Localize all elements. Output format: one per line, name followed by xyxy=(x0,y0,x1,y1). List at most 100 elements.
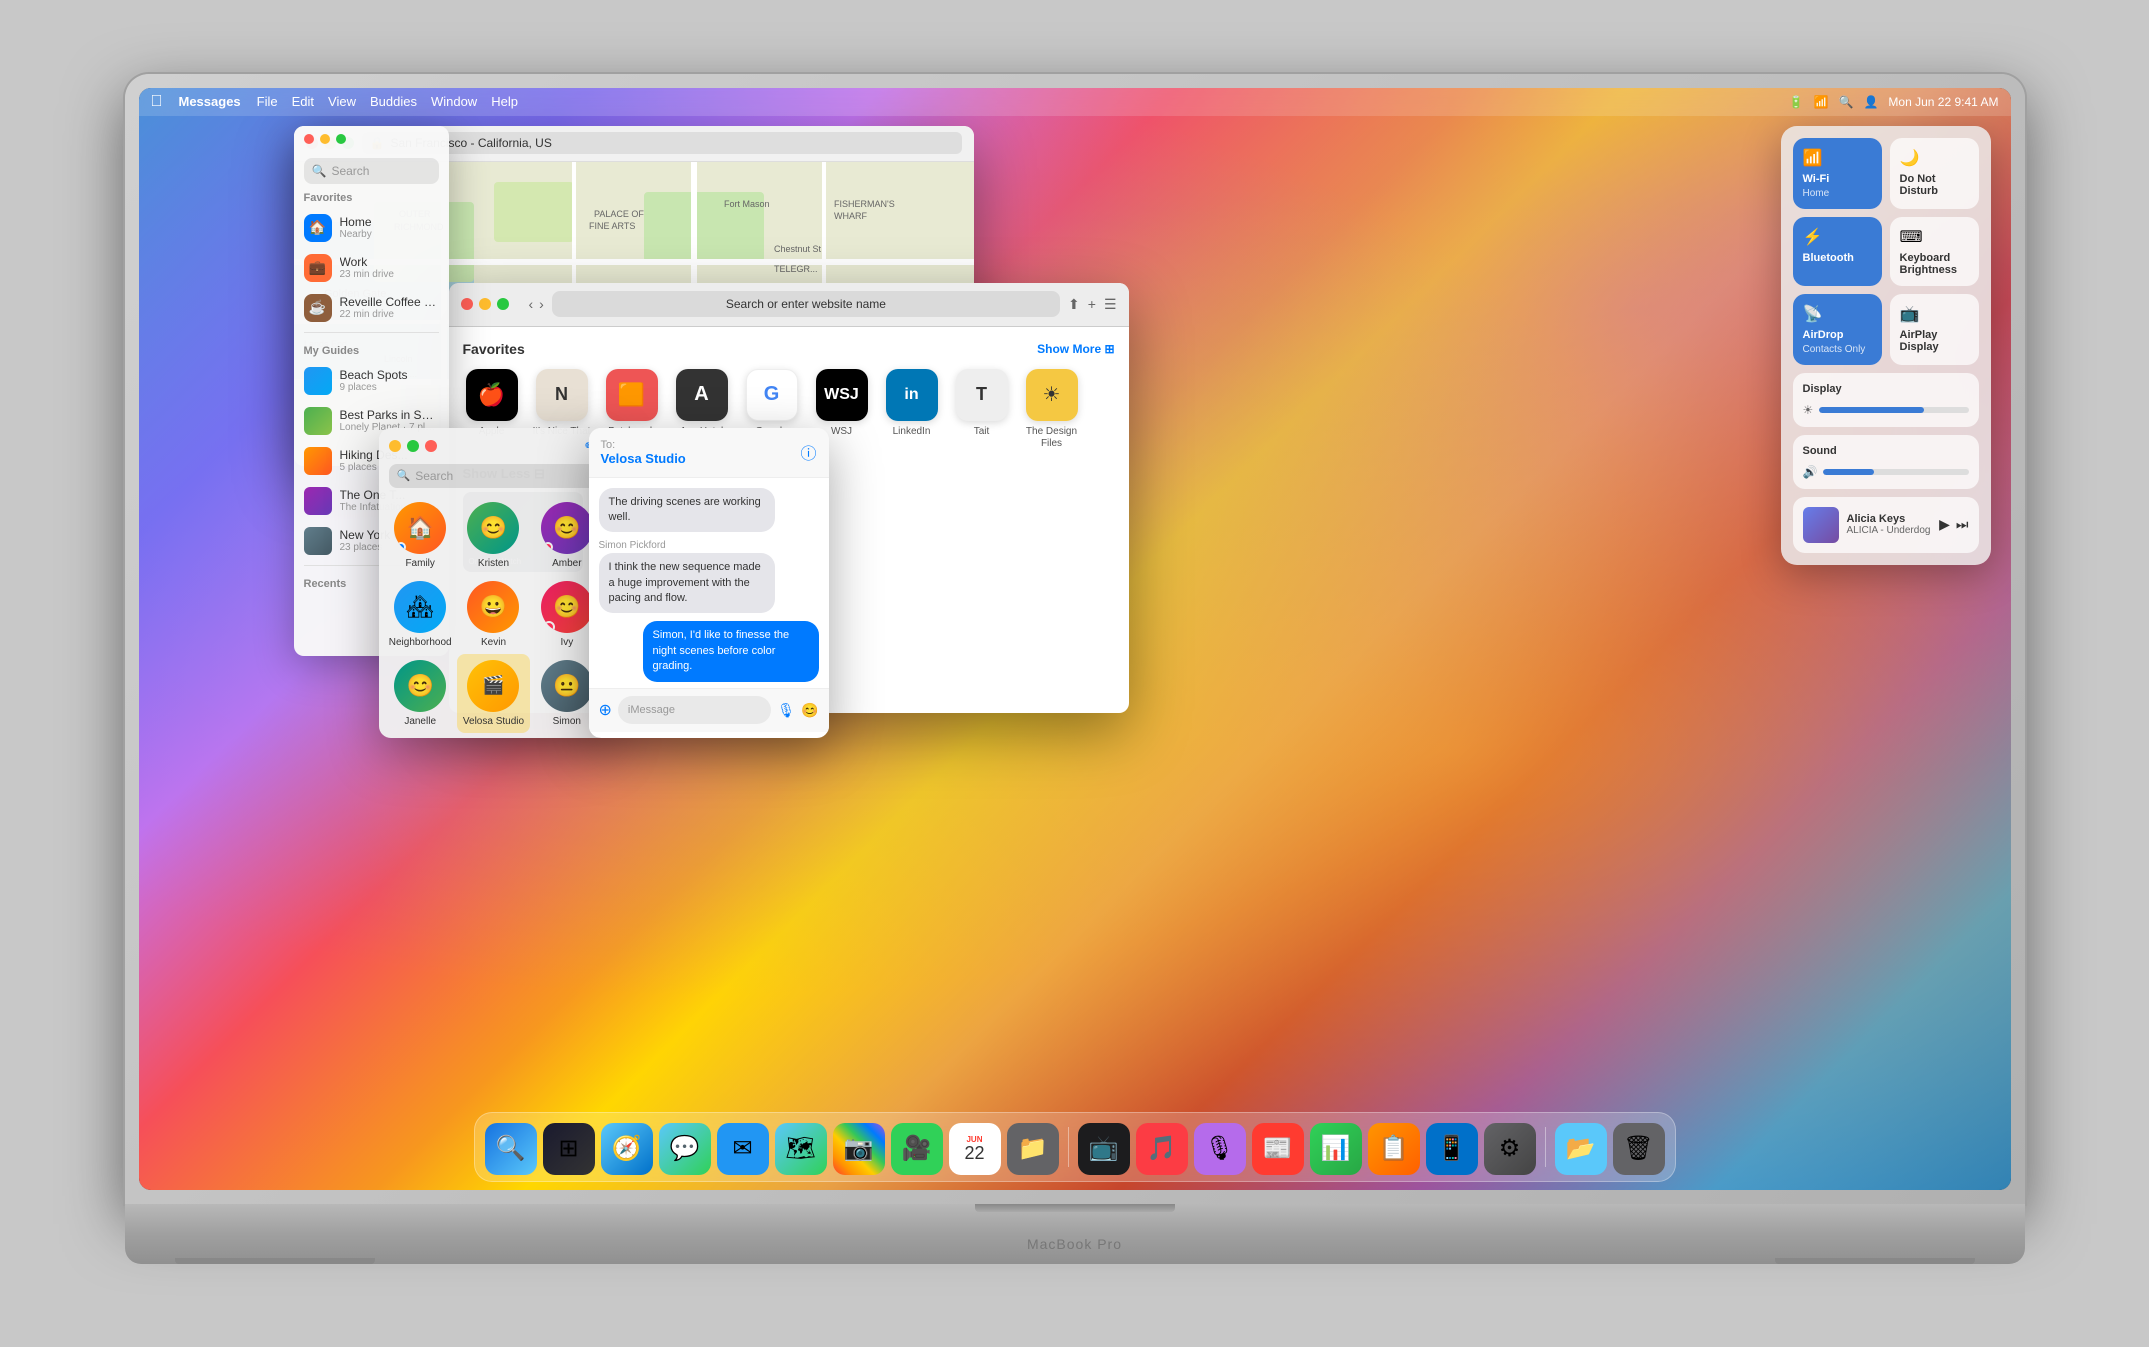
wifi-tile-icon: 📶 xyxy=(1803,148,1872,168)
safari-maximize[interactable] xyxy=(497,298,509,310)
dock-messages[interactable]: 💬 xyxy=(659,1123,711,1175)
sidebar-icon[interactable]: ☰ xyxy=(1104,296,1117,313)
sidebar-close[interactable] xyxy=(304,134,314,144)
dock-finder[interactable]: 🔍 xyxy=(485,1123,537,1175)
safari-close[interactable] xyxy=(461,298,473,310)
dock-trash[interactable]: 🗑 xyxy=(1613,1123,1665,1175)
cc-airdrop-tile[interactable]: 📡 AirDrop Contacts Only xyxy=(1793,294,1882,365)
safari-address-bar[interactable]: Search or enter website name xyxy=(552,291,1060,317)
messages-close[interactable] xyxy=(425,440,437,452)
dock-launchpad[interactable]: ⊞ xyxy=(543,1123,595,1175)
keyboard-icon: ⌨ xyxy=(1900,227,1969,247)
svg-text:WHARF: WHARF xyxy=(834,211,867,221)
messages-traffic-lights xyxy=(389,440,437,452)
dock-systemprefs[interactable]: ⚙ xyxy=(1484,1123,1536,1175)
dock-music[interactable]: 🎵 xyxy=(1136,1123,1188,1175)
messages-search-bar[interactable]: 🔍 Search xyxy=(389,464,599,488)
neighborhood-name: Neighborhood xyxy=(389,637,452,648)
contact-family[interactable]: 🏠 Family xyxy=(384,496,457,575)
cc-sound-section: Sound 🔊 xyxy=(1793,435,1979,489)
new-tab-icon[interactable]: + xyxy=(1088,296,1096,313)
sidebar-favorite-home[interactable]: 🏠 Home Nearby xyxy=(294,208,449,248)
dock-facetime[interactable]: 🎥 xyxy=(891,1123,943,1175)
dock-maps[interactable]: 🗺 xyxy=(775,1123,827,1175)
menu-edit[interactable]: Edit xyxy=(292,94,314,109)
dock-appletv[interactable]: 📺 xyxy=(1078,1123,1130,1175)
sidebar-guide-beach[interactable]: Beach Spots 9 places xyxy=(294,361,449,401)
info-icon[interactable]: ⓘ xyxy=(800,440,816,464)
search-icon[interactable]: 🔍 xyxy=(1839,95,1854,109)
cc-wifi-tile[interactable]: 📶 Wi-Fi Home xyxy=(1793,138,1882,209)
menu-bar-right: 🔋 📶 🔍 👤 Mon Jun 22 9:41 AM xyxy=(1789,95,1999,109)
album-art xyxy=(1803,507,1839,543)
menu-view[interactable]: View xyxy=(328,94,356,109)
safari-fav-tait[interactable]: T Tait xyxy=(953,369,1011,450)
contact-neighborhood[interactable]: 🏘 Neighborhood xyxy=(384,575,457,654)
cc-bluetooth-tile[interactable]: ⚡ Bluetooth xyxy=(1793,217,1882,286)
user-icon[interactable]: 👤 xyxy=(1863,95,1878,109)
dock-podcasts[interactable]: 🎙 xyxy=(1194,1123,1246,1175)
dock-pages[interactable]: 📋 xyxy=(1368,1123,1420,1175)
emoji-icon[interactable]: 😊 xyxy=(801,702,818,719)
maps-address-bar[interactable]: 🔒 San Francisco - California, US xyxy=(362,132,962,154)
airplay-title: AirPlay Display xyxy=(1900,329,1969,353)
skip-icon[interactable]: ⏭ xyxy=(1956,516,1969,533)
display-slider[interactable] xyxy=(1819,407,1968,413)
dock-safari[interactable]: 🧭 xyxy=(601,1123,653,1175)
display-slider-row: ☀ xyxy=(1803,403,1969,417)
svg-text:TELEGR...: TELEGR... xyxy=(774,264,818,274)
safari-toolbar-right: ⬆ + ☰ xyxy=(1068,296,1116,313)
chat-header-info: To: Velosa Studio xyxy=(601,439,686,466)
cc-airplay-tile[interactable]: 📺 AirPlay Display xyxy=(1890,294,1979,365)
playback-controls[interactable]: ▶ ⏭ xyxy=(1939,516,1968,533)
forward-icon[interactable]: › xyxy=(539,296,544,312)
menu-window[interactable]: Window xyxy=(431,94,477,109)
dock-mail[interactable]: ✉ xyxy=(717,1123,769,1175)
contact-kevin[interactable]: 😀 Kevin xyxy=(457,575,530,654)
safari-fav-designfiles[interactable]: ☀ The Design Files xyxy=(1023,369,1081,450)
play-icon[interactable]: ▶ xyxy=(1939,516,1950,533)
dock-appstore[interactable]: 📱 xyxy=(1426,1123,1478,1175)
show-more-button[interactable]: Show More ⊞ xyxy=(1037,342,1114,356)
mic-icon[interactable]: 🎙 xyxy=(777,702,795,719)
dock-photos[interactable]: 📷 xyxy=(833,1123,885,1175)
messages-maximize[interactable] xyxy=(407,440,419,452)
active-app-name[interactable]: Messages xyxy=(179,94,241,109)
cc-keyboard-tile[interactable]: ⌨ Keyboard Brightness xyxy=(1890,217,1979,286)
chat-input-field[interactable]: iMessage xyxy=(618,696,771,724)
messages-minimize[interactable] xyxy=(389,440,401,452)
safari-titlebar: ‹ › Search or enter website name ⬆ + ☰ xyxy=(449,283,1129,327)
dock-folder[interactable]: 📂 xyxy=(1555,1123,1607,1175)
dock-numbers[interactable]: 📊 xyxy=(1310,1123,1362,1175)
cc-dnd-tile[interactable]: 🌙 Do Not Disturb xyxy=(1890,138,1979,209)
share-icon[interactable]: ⬆ xyxy=(1068,296,1080,313)
sidebar-minimize[interactable] xyxy=(320,134,330,144)
messages-chat-window[interactable]: To: Velosa Studio ⓘ The driving scenes a… xyxy=(589,428,829,738)
menu-buddies[interactable]: Buddies xyxy=(370,94,417,109)
apps-icon[interactable]: ⊕ xyxy=(599,700,612,720)
sidebar-search-bar[interactable]: 🔍 Search xyxy=(304,158,439,184)
sidebar-favorite-work[interactable]: 💼 Work 23 min drive xyxy=(294,248,449,288)
sidebar-maximize[interactable] xyxy=(336,134,346,144)
dock-calendar[interactable]: JUN 22 xyxy=(949,1123,1001,1175)
safari-minimize[interactable] xyxy=(479,298,491,310)
contact-velosa[interactable]: 🎬 Velosa Studio xyxy=(457,654,530,733)
cc-now-playing: Alicia Keys ALICIA - Underdog ▶ ⏭ xyxy=(1793,497,1979,553)
back-icon[interactable]: ‹ xyxy=(529,296,534,312)
sound-slider[interactable] xyxy=(1823,469,1968,475)
safari-fav-linkedin[interactable]: in LinkedIn xyxy=(883,369,941,450)
contact-kristen[interactable]: 😊 Kristen xyxy=(457,496,530,575)
kevin-name: Kevin xyxy=(481,637,506,648)
designfiles-fav-icon: ☀ xyxy=(1026,369,1078,421)
home-icon: 🏠 xyxy=(304,214,332,242)
menu-help[interactable]: Help xyxy=(491,94,518,109)
menu-file[interactable]: File xyxy=(257,94,278,109)
dock-files[interactable]: 📁 xyxy=(1007,1123,1059,1175)
apple-menu-icon[interactable]:  xyxy=(151,93,163,111)
messages-list-window[interactable]: ✏ 🔍 Search 🏠 Family xyxy=(379,428,609,738)
svg-text:FISHERMAN'S: FISHERMAN'S xyxy=(834,199,895,209)
safari-traffic-lights xyxy=(461,298,509,310)
dock-news[interactable]: 📰 xyxy=(1252,1123,1304,1175)
contact-janelle[interactable]: 😊 Janelle xyxy=(384,654,457,733)
sidebar-favorite-coffee[interactable]: ☕ Reveille Coffee Co. 22 min drive xyxy=(294,288,449,328)
